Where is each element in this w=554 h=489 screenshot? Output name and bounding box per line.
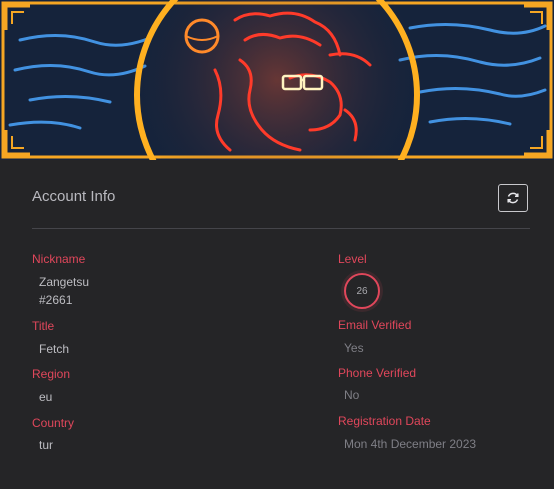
title-label: Title — [32, 319, 55, 333]
refresh-button[interactable] — [498, 184, 528, 212]
nickname-label: Nickname — [32, 252, 86, 266]
level-label: Level — [338, 252, 367, 266]
level-value: 26 — [356, 285, 368, 297]
nickname-value: Zangetsu — [39, 275, 90, 289]
title-value: Fetch — [39, 342, 70, 356]
card-title: Account Info — [32, 188, 116, 205]
phone-verified-label: Phone Verified — [338, 366, 417, 380]
country-label: Country — [32, 416, 75, 430]
nickname-tag: #2661 — [39, 293, 73, 307]
divider — [32, 228, 530, 229]
region-value: eu — [39, 390, 53, 404]
registration-date-value: Mon 4th December 2023 — [344, 437, 477, 451]
level-badge: 26 — [344, 273, 380, 309]
email-verified-label: Email Verified — [338, 318, 412, 332]
profile-banner — [0, 0, 554, 160]
country-value: tur — [39, 438, 54, 452]
dragon-banner-image — [0, 0, 554, 160]
phone-verified-value: No — [344, 388, 360, 402]
registration-date-label: Registration Date — [338, 414, 431, 428]
region-label: Region — [32, 367, 71, 381]
email-verified-value: Yes — [344, 341, 364, 355]
refresh-icon — [507, 192, 519, 204]
